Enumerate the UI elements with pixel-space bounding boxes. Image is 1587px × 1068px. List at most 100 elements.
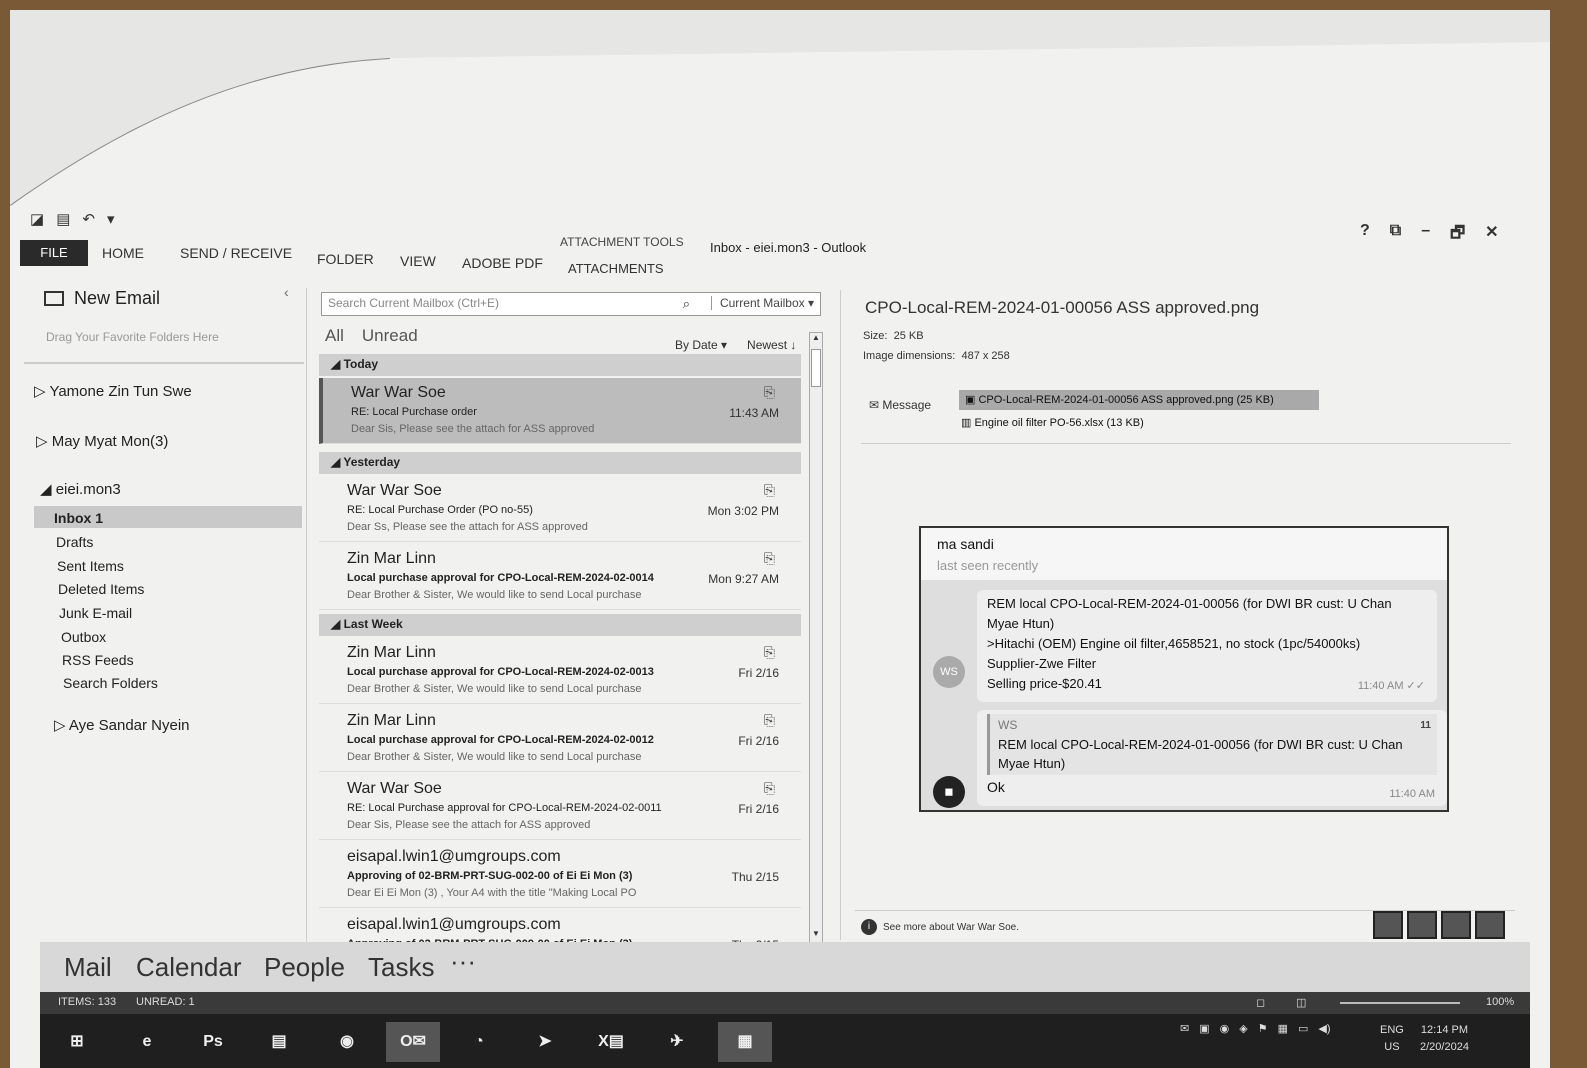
network-icon[interactable]: ▭ bbox=[1298, 1022, 1308, 1035]
new-email-button[interactable]: New Email bbox=[44, 288, 160, 309]
excel-icon[interactable]: X▤ bbox=[584, 1022, 638, 1062]
collapse-pane-icon[interactable]: ‹ bbox=[284, 284, 289, 300]
scroll-down-icon[interactable]: ▼ bbox=[810, 929, 822, 943]
tab-folder[interactable]: FOLDER bbox=[317, 251, 374, 267]
start-icon[interactable]: ⊞ bbox=[50, 1022, 104, 1062]
message-date: 11:43 AM bbox=[729, 406, 779, 420]
list-item[interactable]: Zin Mar Linn ⎘ Local purchase approval f… bbox=[319, 638, 801, 704]
nav-tasks[interactable]: Tasks bbox=[368, 952, 434, 983]
folder-sent-items[interactable]: Sent Items bbox=[57, 558, 124, 574]
tray-icon[interactable]: ◈ bbox=[1239, 1022, 1247, 1035]
folder-outbox[interactable]: Outbox bbox=[61, 629, 106, 645]
nav-people[interactable]: People bbox=[264, 952, 345, 983]
restore-icon[interactable]: 🗗 bbox=[1450, 222, 1465, 249]
status-bar: ITEMS: 133 UNREAD: 1 ◻ ◫ 100% bbox=[40, 992, 1530, 1014]
chat-line: REM local CPO-Local-REM-2024-01-00056 (f… bbox=[987, 596, 1392, 611]
minimize-icon[interactable]: – bbox=[1421, 222, 1430, 249]
paperclip-icon: ⎘ bbox=[763, 712, 775, 728]
tab-file[interactable]: FILE bbox=[20, 240, 88, 266]
status-items: ITEMS: 133 bbox=[58, 996, 117, 1008]
message-tab[interactable]: ✉ Message bbox=[869, 398, 931, 412]
undo-icon[interactable]: ↶ bbox=[82, 210, 95, 228]
tab-attachments[interactable]: ATTACHMENTS bbox=[568, 261, 664, 276]
tray-icon[interactable]: ◉ bbox=[1220, 1022, 1230, 1035]
tab-view[interactable]: VIEW bbox=[400, 253, 436, 269]
list-item[interactable]: War War Soe ⎘ RE: Local Purchase approva… bbox=[319, 774, 801, 840]
account-yamone[interactable]: ▷ Yamone Zin Tun Swe bbox=[34, 382, 192, 400]
list-item[interactable]: eisapal.lwin1@umgroups.com Approving of … bbox=[319, 842, 801, 908]
folder-search-folders[interactable]: Search Folders bbox=[63, 675, 158, 691]
reading-view-icon[interactable]: ◫ bbox=[1296, 996, 1306, 1009]
windows-taskbar: ⊞ e Ps ▤ ◉ O✉ ◔ ➤ X▤ ✈ ▦ ✉ ▣ ◉ ◈ ⚑ ▦ ▭ ◀… bbox=[40, 1014, 1530, 1068]
zoom-level[interactable]: 100% bbox=[1486, 996, 1514, 1008]
flag-icon[interactable]: ⚑ bbox=[1258, 1022, 1268, 1035]
attachment-selected[interactable]: ▣ CPO-Local-REM-2024-01-00056 ASS approv… bbox=[959, 390, 1319, 410]
tab-adobe-pdf[interactable]: ADOBE PDF bbox=[462, 255, 543, 271]
edge-icon[interactable]: ◉ bbox=[320, 1022, 374, 1062]
contact-picture[interactable] bbox=[1475, 911, 1505, 939]
normal-view-icon[interactable]: ◻ bbox=[1256, 996, 1265, 1009]
list-item[interactable]: Zin Mar Linn ⎘ Local purchase approval f… bbox=[319, 544, 801, 610]
folder-drafts[interactable]: Drafts bbox=[56, 534, 93, 550]
message-list-scrollbar[interactable]: ▲ ▼ bbox=[809, 332, 823, 944]
account-may-myat-mon[interactable]: ▷ May Myat Mon(3) bbox=[36, 432, 168, 450]
volume-icon[interactable]: ◀) bbox=[1318, 1022, 1330, 1035]
group-header-last-week[interactable]: ◢ Last Week bbox=[319, 614, 801, 636]
folder-rss-feeds[interactable]: RSS Feeds bbox=[62, 652, 134, 668]
list-item[interactable]: War War Soe ⎘ RE: Local Purchase Order (… bbox=[319, 476, 801, 542]
app-icon[interactable]: ◔ bbox=[452, 1022, 506, 1062]
contact-picture[interactable] bbox=[1373, 911, 1403, 939]
size-value: 25 KB bbox=[893, 330, 924, 342]
telegram-icon[interactable]: ➤ bbox=[518, 1022, 572, 1062]
search-icon[interactable]: ⌕ bbox=[683, 296, 690, 312]
file-explorer-icon[interactable]: ▤ bbox=[252, 1022, 306, 1062]
zoom-slider[interactable] bbox=[1340, 1002, 1460, 1004]
contact-picture[interactable] bbox=[1407, 911, 1437, 939]
paper-plane-icon[interactable]: ✈ bbox=[650, 1022, 704, 1062]
send-receive-icon[interactable]: ▤ bbox=[56, 210, 70, 228]
group-header-today[interactable]: ◢ Today bbox=[319, 354, 801, 376]
input-language[interactable]: ENG US bbox=[1380, 1022, 1404, 1056]
nav-mail[interactable]: Mail bbox=[64, 952, 112, 983]
window-app-icon[interactable]: ▦ bbox=[718, 1022, 772, 1062]
tray-icon[interactable]: ▣ bbox=[1199, 1022, 1209, 1035]
group-header-yesterday[interactable]: ◢ Yesterday bbox=[319, 452, 801, 474]
attachment-excel[interactable]: ▥ Engine oil filter PO-56.xlsx (13 KB) bbox=[961, 416, 1144, 429]
tab-home[interactable]: HOME bbox=[102, 245, 144, 261]
list-item[interactable]: Zin Mar Linn ⎘ Local purchase approval f… bbox=[319, 706, 801, 772]
scroll-thumb[interactable] bbox=[811, 349, 821, 387]
ie-icon[interactable]: e bbox=[120, 1022, 174, 1062]
filter-all[interactable]: All bbox=[325, 326, 344, 346]
tray-icon[interactable]: ▦ bbox=[1278, 1022, 1288, 1035]
window-controls: ? ⧉ – 🗗 ✕ bbox=[1360, 222, 1499, 249]
outlook-taskbar-icon[interactable]: O✉ bbox=[386, 1022, 440, 1062]
customize-icon[interactable]: ▾ bbox=[107, 210, 115, 228]
people-info[interactable]: i See more about War War Soe. bbox=[861, 919, 1019, 935]
nav-calendar[interactable]: Calendar bbox=[136, 952, 242, 983]
tab-send-receive[interactable]: SEND / RECEIVE bbox=[180, 245, 292, 261]
close-icon[interactable]: ✕ bbox=[1485, 222, 1498, 249]
folder-junk-email[interactable]: Junk E-mail bbox=[59, 605, 132, 621]
mail-tray-icon[interactable]: ✉ bbox=[1180, 1022, 1189, 1035]
search-scope-label: Current Mailbox bbox=[719, 296, 805, 310]
search-scope-dropdown[interactable]: Current Mailbox ▾ bbox=[710, 296, 814, 310]
account-eiei-mon3[interactable]: ◢ eiei.mon3 bbox=[40, 480, 121, 498]
account-aye-sandar-nyein[interactable]: ▷ Aye Sandar Nyein bbox=[54, 716, 190, 734]
nav-more-icon[interactable]: ··· bbox=[450, 946, 476, 977]
folder-inbox[interactable]: Inbox 1 bbox=[54, 510, 103, 526]
clock[interactable]: 12:14 PM 2/20/2024 bbox=[1420, 1022, 1469, 1056]
ribbon-display-icon[interactable]: ⧉ bbox=[1390, 222, 1401, 249]
outlook-icon[interactable]: ◪ bbox=[30, 210, 44, 228]
list-item[interactable]: War War Soe ⎘ RE: Local Purchase order D… bbox=[319, 378, 801, 444]
scroll-up-icon[interactable]: ▲ bbox=[810, 333, 822, 347]
help-icon[interactable]: ? bbox=[1360, 222, 1370, 249]
clock-date: 2/20/2024 bbox=[1420, 1041, 1469, 1053]
photoshop-icon[interactable]: Ps bbox=[186, 1022, 240, 1062]
search-input[interactable]: Search Current Mailbox (Ctrl+E) ⌕ Curren… bbox=[321, 292, 821, 316]
folder-deleted-items[interactable]: Deleted Items bbox=[58, 581, 144, 597]
contact-picture[interactable] bbox=[1441, 911, 1471, 939]
sort-order[interactable]: Newest ↓ bbox=[747, 338, 796, 352]
message-sender: Zin Mar Linn bbox=[347, 644, 436, 661]
sort-by-date[interactable]: By Date ▾ bbox=[675, 338, 727, 352]
filter-unread[interactable]: Unread bbox=[362, 326, 418, 346]
